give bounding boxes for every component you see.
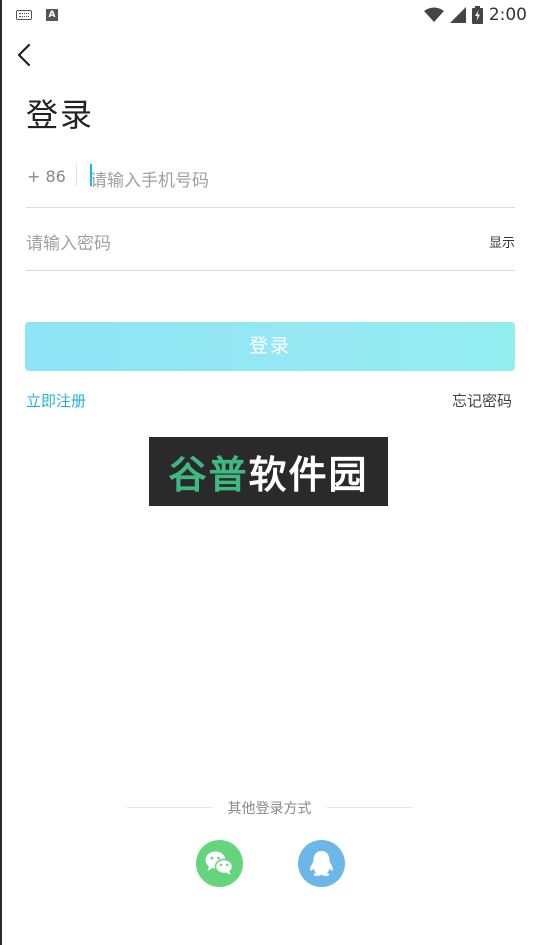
status-bar: A 2:00 — [2, 0, 533, 30]
password-field[interactable]: 请输入密码 显示 — [26, 214, 515, 271]
phone-input[interactable]: 请输入手机号码 — [90, 166, 209, 191]
signal-icon — [449, 7, 466, 23]
back-button[interactable] — [14, 42, 38, 68]
qq-icon — [310, 851, 333, 876]
divider-line-right — [327, 807, 412, 808]
field-divider — [76, 164, 77, 186]
a-icon: A — [46, 9, 58, 21]
phone-field[interactable]: + 86 请输入手机号码 — [26, 150, 515, 208]
other-login-label: 其他登录方式 — [227, 801, 312, 817]
password-input[interactable]: 请输入密码 — [26, 229, 111, 254]
wifi-icon — [423, 7, 444, 22]
show-password-toggle[interactable]: 显示 — [489, 232, 515, 251]
qq-login-button[interactable] — [298, 840, 345, 887]
battery-icon — [471, 6, 483, 24]
wechat-login-button[interactable] — [196, 840, 243, 887]
watermark-text-white: 软件园 — [248, 453, 369, 497]
wechat-icon — [205, 851, 234, 875]
status-right: 2:00 — [423, 5, 527, 25]
watermark-text-green: 谷普 — [168, 453, 249, 497]
country-code[interactable]: + 86 — [27, 167, 66, 186]
status-time: 2:00 — [488, 5, 527, 25]
forgot-password-link[interactable]: 忘记密码 — [452, 390, 512, 411]
keyboard-icon — [16, 10, 32, 20]
watermark-logo: 谷普 软件园 — [149, 437, 388, 506]
page-title: 登录 — [26, 96, 95, 134]
login-button[interactable]: 登录 — [25, 322, 515, 371]
register-link[interactable]: 立即注册 — [26, 390, 86, 411]
other-login-divider: 其他登录方式 — [127, 798, 412, 818]
app-frame: A 2:00 登录 + 86 请输入手机号码 请输入密码 显示 登录 立即注册 … — [0, 0, 533, 945]
chevron-left-icon — [17, 43, 31, 67]
status-left: A — [16, 9, 58, 21]
